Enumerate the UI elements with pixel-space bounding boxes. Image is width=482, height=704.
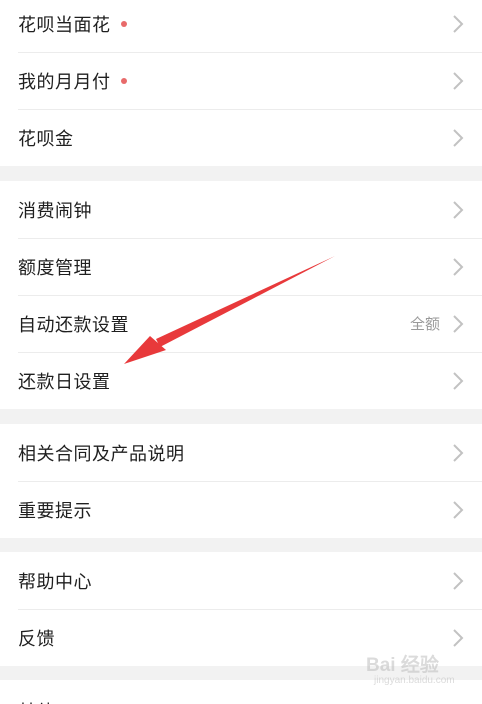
row-label: 花呗金 (18, 128, 74, 150)
chevron-right-icon (453, 200, 464, 219)
row-label: 自动还款设置 (18, 314, 129, 336)
row-label: 其他 (18, 698, 55, 704)
row-label: 相关合同及产品说明 (18, 443, 185, 465)
settings-group-help: 帮助中心 反馈 (0, 552, 482, 666)
settings-group-docs: 相关合同及产品说明 重要提示 (0, 424, 482, 538)
chevron-right-icon (453, 571, 464, 590)
settings-row-important-notice[interactable]: 重要提示 (0, 481, 482, 538)
chevron-right-icon (453, 628, 464, 647)
settings-row-yueyuefu[interactable]: 我的月月付 (0, 52, 482, 109)
settings-row-dangmianhua[interactable]: 花呗当面花 (0, 0, 482, 52)
row-label: 额度管理 (18, 257, 92, 279)
chevron-right-icon (453, 71, 464, 90)
red-dot-badge (120, 20, 127, 27)
chevron-right-icon (453, 314, 464, 333)
chevron-right-icon (453, 371, 464, 390)
settings-row-huabeijin[interactable]: 花呗金 (0, 109, 482, 166)
row-label: 消费闹钟 (18, 200, 92, 222)
settings-row-contracts[interactable]: 相关合同及产品说明 (0, 424, 482, 481)
red-dot-badge (120, 77, 127, 84)
settings-row-auto-repay[interactable]: 自动还款设置 全额 (0, 295, 482, 352)
chevron-right-icon (453, 443, 464, 462)
row-label: 我的月月付 (18, 71, 111, 93)
row-label: 帮助中心 (18, 571, 92, 593)
watermark-main-text: Bai 经验 (366, 655, 439, 676)
chevron-right-icon (453, 128, 464, 147)
settings-row-help-center[interactable]: 帮助中心 (0, 552, 482, 609)
watermark-logo: Bai 经验 jingyan.baidu.com (366, 650, 462, 694)
chevron-right-icon (453, 500, 464, 519)
row-label: 重要提示 (18, 500, 92, 522)
row-label: 还款日设置 (18, 371, 111, 393)
row-label: 反馈 (18, 628, 55, 650)
settings-page: 花呗当面花 我的月月付 花呗金 消费闹钟 额度管理 自动还款设置 全额 还款日设… (0, 0, 482, 704)
settings-group-huabei: 花呗当面花 我的月月付 花呗金 (0, 0, 482, 166)
chevron-right-icon (453, 257, 464, 276)
settings-group-repayment: 消费闹钟 额度管理 自动还款设置 全额 还款日设置 (0, 181, 482, 409)
settings-row-spending-alarm[interactable]: 消费闹钟 (0, 181, 482, 238)
settings-row-repay-date[interactable]: 还款日设置 (0, 352, 482, 409)
auto-repay-value: 全额 (409, 315, 440, 333)
settings-row-credit-limit[interactable]: 额度管理 (0, 238, 482, 295)
chevron-right-icon (453, 14, 464, 33)
row-label: 花呗当面花 (18, 14, 111, 36)
watermark-sub-text: jingyan.baidu.com (374, 675, 455, 686)
